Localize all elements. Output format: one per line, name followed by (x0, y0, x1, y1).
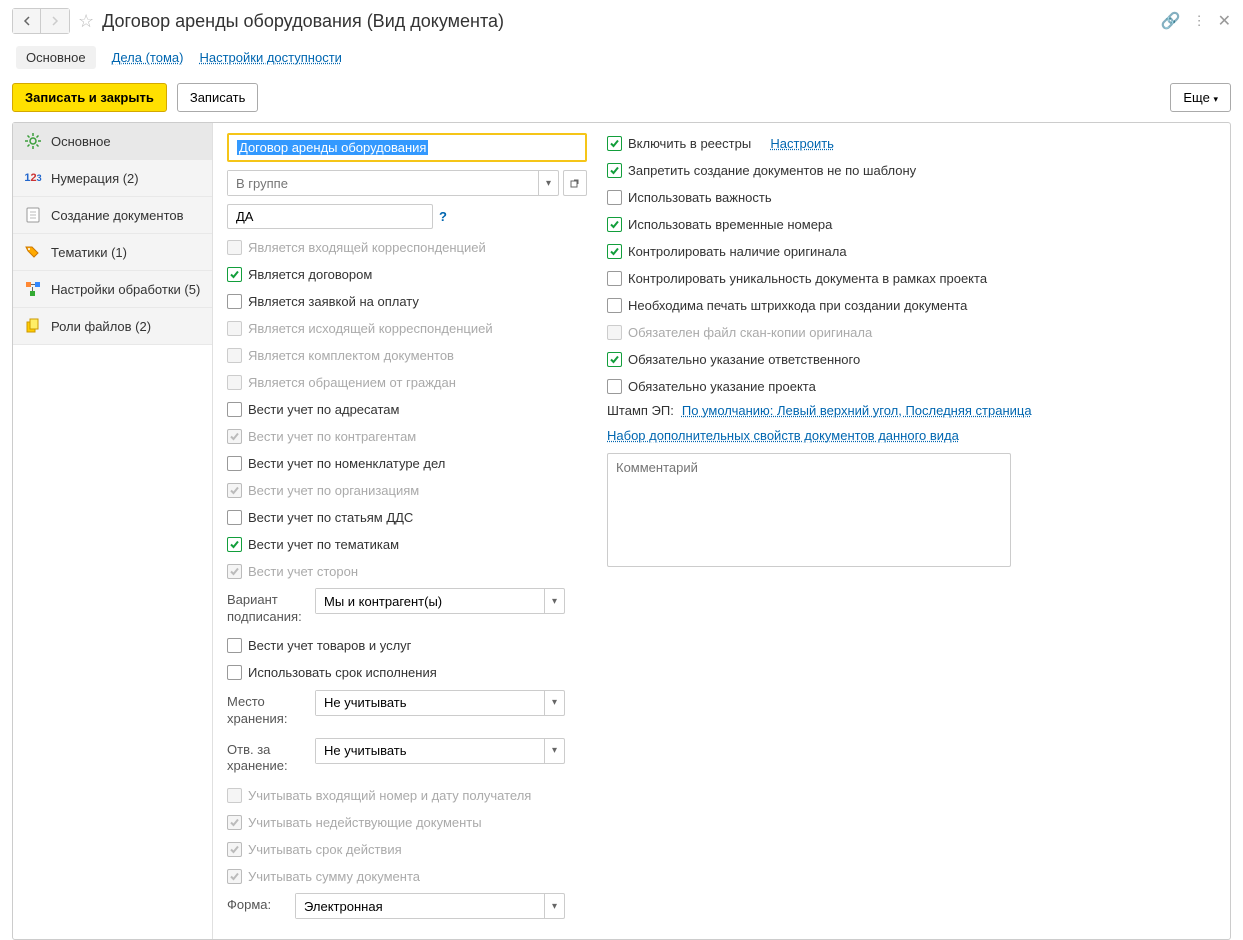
sidebar-item-label: Основное (51, 134, 111, 149)
chk-original[interactable] (607, 244, 622, 259)
chk-addressees[interactable] (227, 402, 242, 417)
resp-dropdown[interactable]: ▾ (315, 738, 565, 764)
chk-barcode[interactable] (607, 298, 622, 313)
props-link[interactable]: Набор дополнительных свойств документов … (607, 428, 959, 443)
tags-icon (23, 242, 43, 262)
sidebar-item-creation[interactable]: Создание документов (13, 197, 212, 234)
chk-responsible[interactable] (607, 352, 622, 367)
stamp-link[interactable]: По умолчанию: Левый верхний угол, Послед… (682, 403, 1032, 418)
form-dropdown[interactable]: ▾ (295, 893, 565, 919)
chk-recipient-num (227, 788, 242, 803)
chk-goods[interactable] (227, 638, 242, 653)
chk-scan (607, 325, 622, 340)
chk-parties (227, 564, 242, 579)
chk-contract[interactable] (227, 267, 242, 282)
comment-textarea[interactable] (607, 453, 1011, 567)
favorite-icon[interactable]: ☆ (78, 11, 94, 32)
chk-citizen (227, 375, 242, 390)
sidebar-item-themes[interactable]: Тематики (1) (13, 234, 212, 271)
chk-counterparties (227, 429, 242, 444)
chk-payment[interactable] (227, 294, 242, 309)
signing-dropdown[interactable]: ▾ (315, 588, 565, 614)
forward-button[interactable] (41, 9, 69, 33)
tab-cases[interactable]: Дела (тома) (112, 46, 184, 69)
chevron-down-icon[interactable]: ▾ (544, 589, 564, 613)
chk-deadline[interactable] (227, 665, 242, 680)
numbering-icon: 123 (23, 168, 43, 188)
workflow-icon (23, 279, 43, 299)
sidebar-item-numbering[interactable]: 123 Нумерация (2) (13, 160, 212, 197)
chk-orgs (227, 483, 242, 498)
tab-access[interactable]: Настройки доступности (199, 46, 341, 69)
sidebar-item-main[interactable]: Основное (13, 123, 212, 160)
more-button[interactable]: Еще ▾ (1170, 83, 1231, 112)
sidebar-item-label: Настройки обработки (5) (51, 282, 200, 297)
chk-unique[interactable] (607, 271, 622, 286)
chk-project[interactable] (607, 379, 622, 394)
kebab-icon[interactable]: ⋮ (1193, 13, 1206, 29)
chk-registry[interactable] (607, 136, 622, 151)
sidebar-item-processing[interactable]: Настройки обработки (5) (13, 271, 212, 308)
document-icon (23, 205, 43, 225)
sidebar-item-label: Тематики (1) (51, 245, 127, 260)
sidebar-item-label: Нумерация (2) (51, 171, 139, 186)
storage-dropdown[interactable]: ▾ (315, 690, 565, 716)
chk-importance[interactable] (607, 190, 622, 205)
chevron-down-icon[interactable]: ▾ (544, 691, 564, 715)
help-icon[interactable]: ? (439, 209, 447, 224)
sidebar-item-file-roles[interactable]: Роли файлов (2) (13, 308, 212, 345)
chk-outgoing (227, 321, 242, 336)
configure-link[interactable]: Настроить (770, 136, 834, 151)
chk-temp-numbers[interactable] (607, 217, 622, 232)
save-button[interactable]: Записать (177, 83, 259, 112)
chk-dds[interactable] (227, 510, 242, 525)
form-label: Форма: (227, 893, 287, 914)
group-dropdown[interactable]: ▾ (227, 170, 559, 196)
group-input[interactable] (228, 171, 538, 195)
chk-nomenclature[interactable] (227, 456, 242, 471)
chevron-down-icon[interactable]: ▾ (538, 171, 558, 195)
chk-themes[interactable] (227, 537, 242, 552)
chevron-down-icon[interactable]: ▾ (544, 739, 564, 763)
save-close-button[interactable]: Записать и закрыть (12, 83, 167, 112)
open-external-button[interactable] (563, 170, 587, 196)
sidebar-item-label: Роли файлов (2) (51, 319, 151, 334)
name-input[interactable]: Договор аренды оборудования (227, 133, 587, 162)
files-icon (23, 316, 43, 336)
stamp-label: Штамп ЭП: (607, 403, 674, 418)
back-button[interactable] (13, 9, 41, 33)
sidebar-item-label: Создание документов (51, 208, 184, 223)
chk-docset (227, 348, 242, 363)
storage-label: Место хранения: (227, 690, 307, 728)
chk-incoming (227, 240, 242, 255)
gear-icon (23, 131, 43, 151)
resp-label: Отв. за хранение: (227, 738, 307, 776)
signing-label: Вариант подписания: (227, 588, 307, 626)
link-icon[interactable]: 🔗 (1161, 11, 1181, 31)
chk-amount (227, 869, 242, 884)
close-icon[interactable]: ✕ (1218, 11, 1231, 31)
page-title: Договор аренды оборудования (Вид докумен… (102, 11, 1153, 32)
chk-validity (227, 842, 242, 857)
code-input[interactable] (227, 204, 433, 229)
chk-template[interactable] (607, 163, 622, 178)
chk-invalid (227, 815, 242, 830)
chevron-down-icon[interactable]: ▾ (544, 894, 564, 918)
tab-main[interactable]: Основное (16, 46, 96, 69)
